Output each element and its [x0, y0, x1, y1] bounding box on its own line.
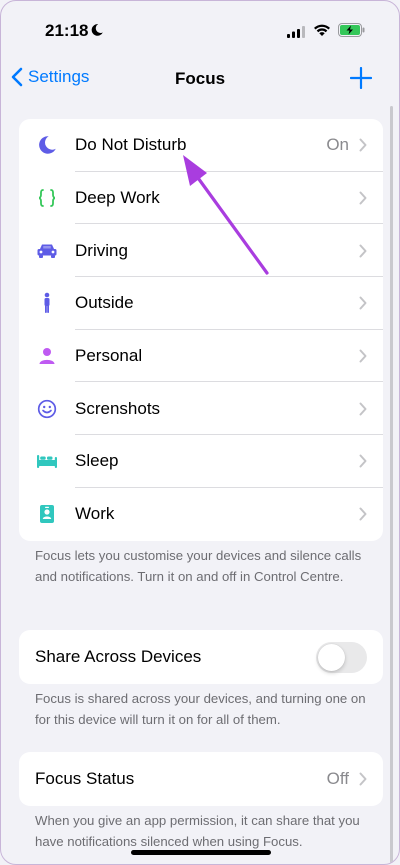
status-footnote: When you give an app permission, it can …	[35, 813, 360, 849]
badge-icon	[36, 503, 58, 525]
cellular-signal-icon	[287, 25, 305, 43]
braces-icon	[36, 187, 58, 209]
chevron-right-icon	[359, 507, 367, 521]
smiley-icon	[36, 398, 58, 420]
focus-row-label: Driving	[75, 240, 128, 260]
focus-row-deep-work[interactable]: Deep Work	[19, 172, 383, 225]
focus-row-label: Sleep	[75, 451, 119, 471]
focus-row-label: Screnshots	[75, 398, 161, 418]
focus-row-label: Personal	[75, 346, 143, 366]
chevron-right-icon	[359, 244, 367, 258]
add-focus-button[interactable]	[349, 66, 373, 94]
chevron-right-icon	[359, 402, 367, 416]
focus-row-driving[interactable]: Driving	[19, 224, 383, 278]
navigation-bar: Settings Focus	[1, 57, 399, 101]
battery-charging-icon	[338, 23, 366, 42]
car-icon	[36, 240, 58, 262]
focus-row-label: Deep Work	[75, 188, 160, 208]
focus-status-cell: Focus Status Off	[19, 752, 383, 806]
settings-screen: 21:18 Settings Focus Do Not Disturb On D…	[0, 0, 400, 865]
bed-icon	[36, 450, 58, 472]
moon-icon	[36, 134, 58, 156]
chevron-right-icon	[359, 138, 367, 152]
chevron-right-icon	[359, 772, 367, 786]
focus-moon-status-icon	[90, 23, 104, 42]
focus-row-screnshots[interactable]: Screnshots	[19, 382, 383, 436]
home-indicator	[131, 850, 271, 855]
chevron-right-icon	[359, 191, 367, 205]
focus-row-label: Do Not Disturb	[75, 135, 187, 155]
focus-status-row[interactable]: Focus Status Off	[19, 752, 383, 806]
chevron-right-icon	[359, 296, 367, 310]
focus-row-label: Work	[75, 504, 115, 524]
share-footnote: Focus is shared across your devices, and…	[35, 691, 366, 727]
focus-row-outside[interactable]: Outside	[19, 277, 383, 330]
focus-row-do-not-disturb[interactable]: Do Not Disturb On	[19, 119, 383, 172]
focus-row-work[interactable]: Work	[19, 488, 383, 541]
page-title: Focus	[174, 69, 226, 88]
status-bar: 21:18	[1, 1, 399, 57]
focus-row-label: Outside	[75, 293, 134, 313]
focus-row-status: On	[326, 135, 349, 155]
status-time: 21:18	[45, 21, 89, 40]
wifi-icon	[313, 23, 331, 42]
share-across-devices-label: Share Across Devices	[35, 647, 202, 666]
focus-modes-list: Do Not Disturb On Deep Work Driving Outs…	[19, 119, 383, 541]
share-across-devices-toggle[interactable]	[316, 641, 367, 673]
share-across-devices-cell: Share Across Devices	[19, 630, 383, 684]
chevron-right-icon	[359, 454, 367, 468]
toggle-knob	[318, 643, 345, 671]
focus-row-personal[interactable]: Personal	[19, 330, 383, 383]
focus-status-value: Off	[326, 769, 349, 788]
scroll-indicator[interactable]	[390, 106, 393, 864]
focus-footnote: Focus lets you customise your devices an…	[35, 548, 362, 584]
focus-status-label: Focus Status	[35, 769, 135, 788]
person-standing-icon	[36, 292, 58, 314]
plus-icon	[349, 66, 373, 90]
person-icon	[36, 345, 58, 367]
focus-row-sleep[interactable]: Sleep	[19, 435, 383, 488]
chevron-right-icon	[359, 349, 367, 363]
